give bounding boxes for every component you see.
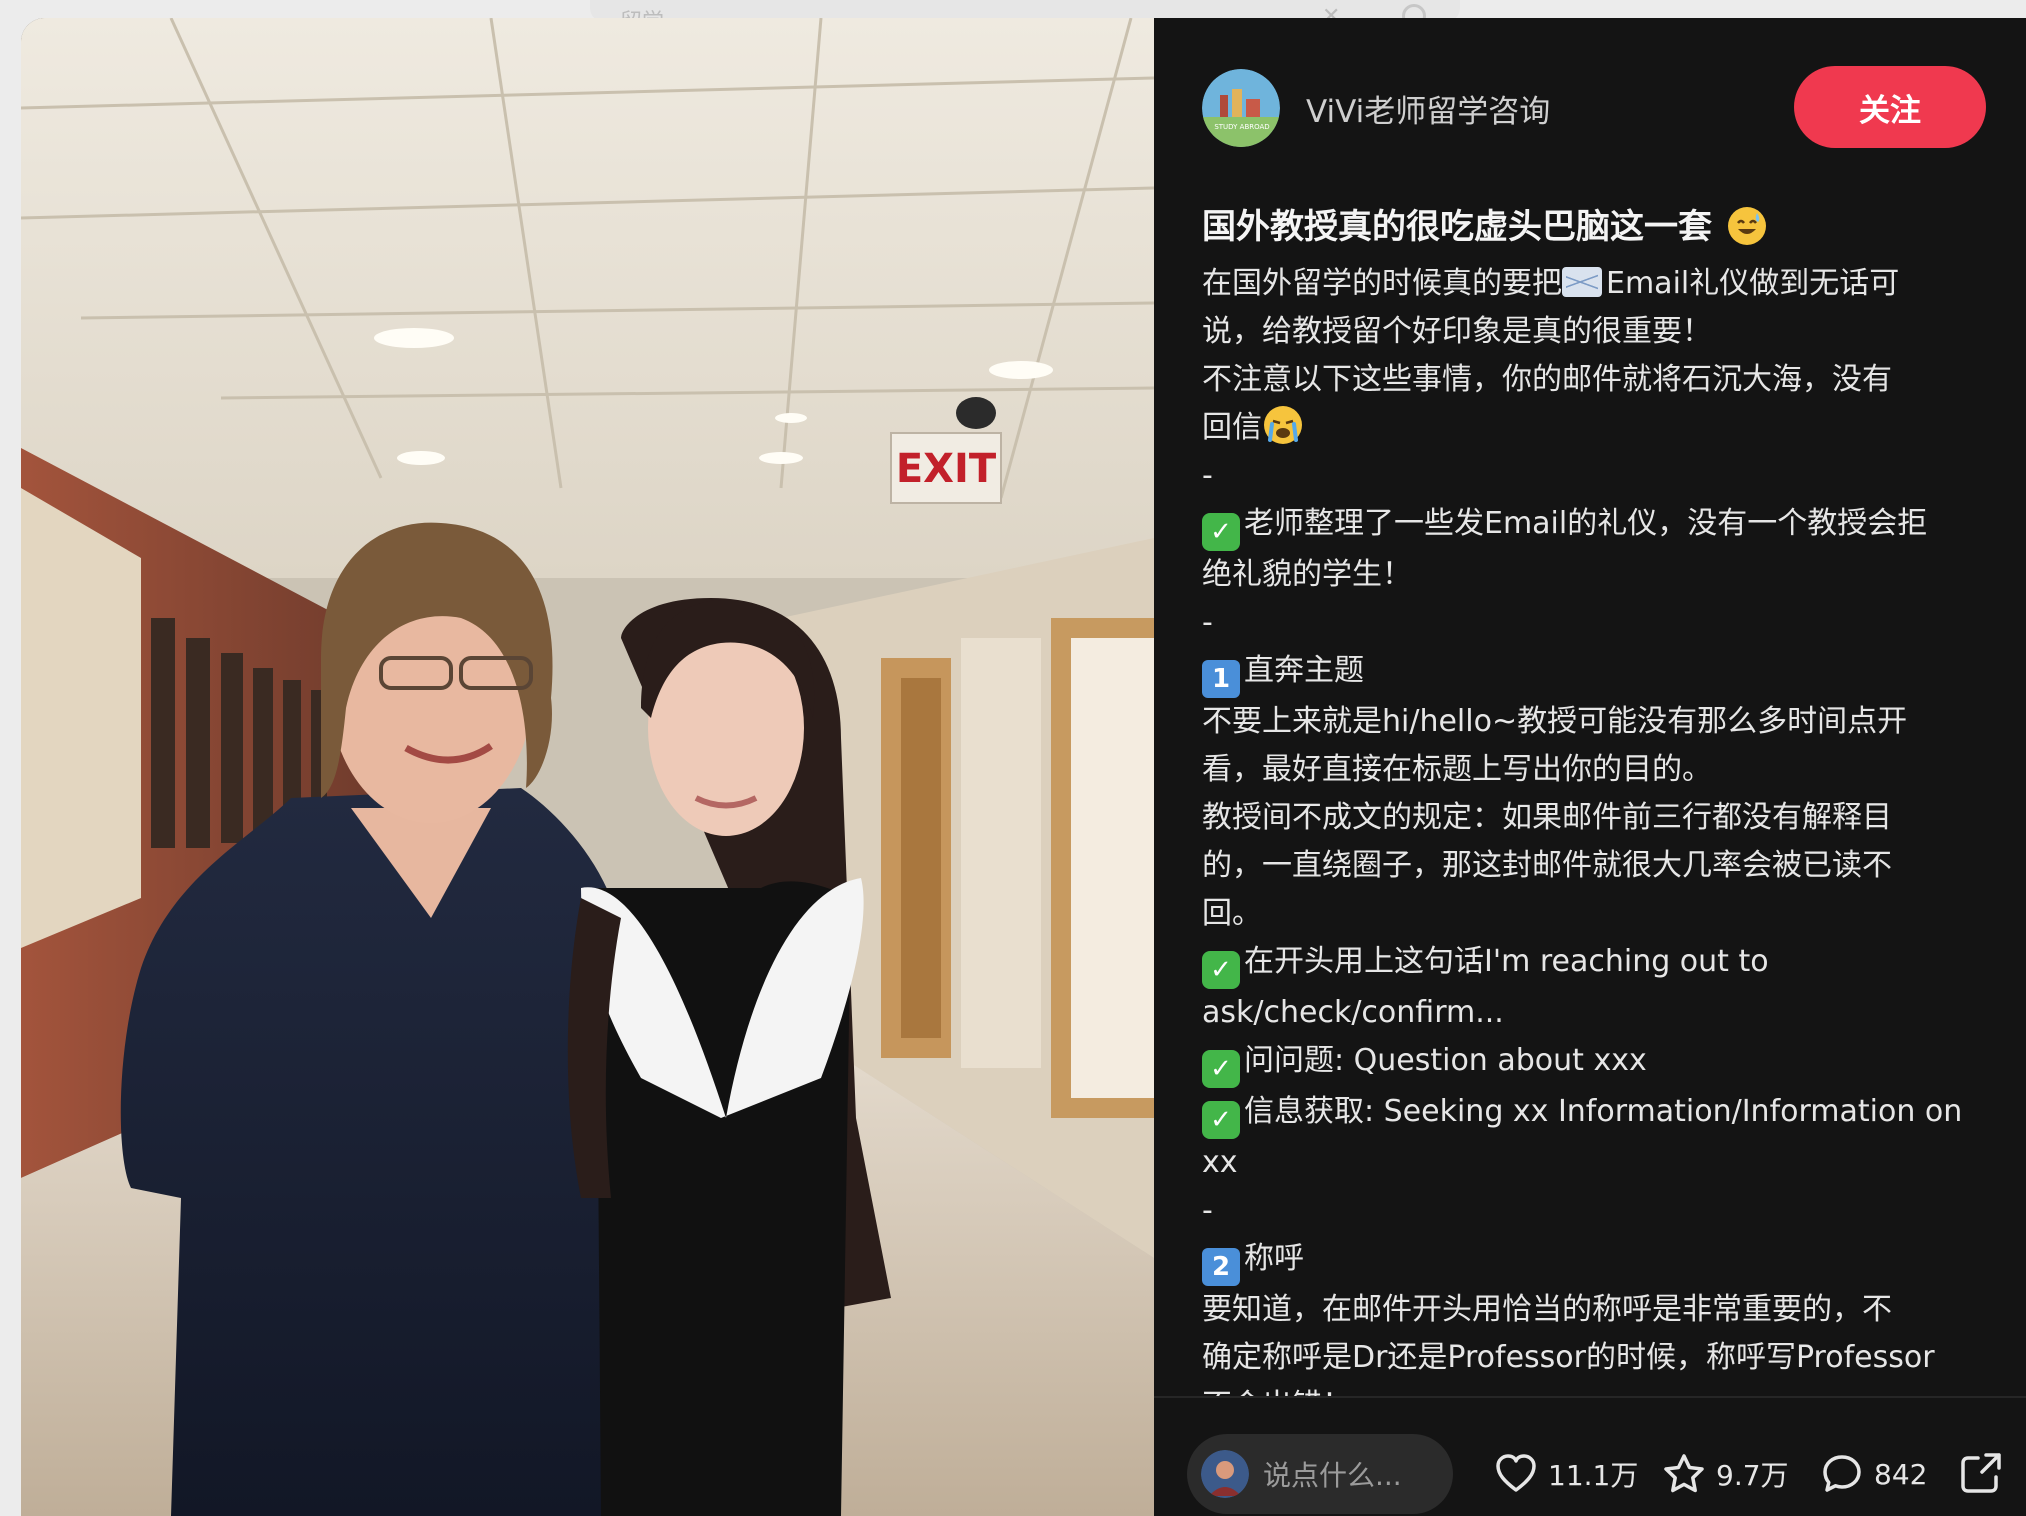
avatar-logo-text: STUDY ABROAD <box>1214 123 1269 131</box>
post-line-text: 的，一直绕圈子，那这封邮件就很大几率会被已读不 <box>1202 848 1892 883</box>
post-line: 绝礼貌的学生！ <box>1202 551 1992 599</box>
post-line: 1 直奔主题 <box>1202 647 1992 698</box>
post-content[interactable]: 国外教授真的很吃虚头巴脑这一套 在国外留学的时候真的要把 Email礼仪做到无话可… <box>1202 200 1992 1396</box>
post-line: 的，一直绕圈子，那这封邮件就很大几率会被已读不 <box>1202 842 1992 890</box>
post-title: 国外教授真的很吃虚头巴脑这一套 <box>1202 200 1992 254</box>
crying-face-emoji-icon <box>1264 406 1302 444</box>
post-line: 教授间不成文的规定：如果邮件前三行都没有解释目 <box>1202 794 1992 842</box>
heart-icon <box>1496 1454 1536 1492</box>
photo-illustration: EXIT <box>21 18 1154 1516</box>
post-line-text: 问问题: Question about xxx <box>1244 1043 1647 1078</box>
post-line: 回信 <box>1202 404 1992 452</box>
post-line-text: 说，给教授留个好印象是真的很重要！ <box>1202 314 1712 349</box>
post-line-text: 不注意以下这些事情，你的邮件就将石沉大海，没有 <box>1202 362 1892 397</box>
comment-placeholder: 说点什么... <box>1263 1459 1402 1492</box>
email-emoji-icon <box>1562 267 1602 297</box>
post-line-text: 确定称呼是Dr还是Professor的时候，称呼写Professor <box>1202 1340 1935 1375</box>
post-line: - <box>1202 452 1992 500</box>
post-line: 不注意以下这些事情，你的邮件就将石沉大海，没有 <box>1202 356 1992 404</box>
post-line-text: 看，最好直接在标题上写出你的目的。 <box>1202 752 1712 787</box>
share-icon[interactable] <box>1958 1450 2004 1496</box>
comment-button[interactable]: 842 <box>1820 1450 1927 1498</box>
post-line-text: 在开头用上这句话I'm reaching out to <box>1244 944 1769 979</box>
post-line: ✓ 信息获取: Seeking xx Information/Informatio… <box>1202 1088 1992 1139</box>
post-line-text: 老师整理了一些发Email的礼仪，没有一个教授会拒 <box>1244 506 1928 541</box>
post-line-text: ask/check/confirm... <box>1202 995 1504 1030</box>
post-line: - <box>1202 1187 1992 1235</box>
post-line: 看，最好直接在标题上写出你的目的。 <box>1202 746 1992 794</box>
post-line: 不会出错！ <box>1202 1382 1992 1396</box>
post-line-text: 绝礼貌的学生！ <box>1202 557 1412 592</box>
post-line-text: 在国外留学的时候真的要把 <box>1202 266 1562 301</box>
like-button[interactable]: 11.1万 <box>1494 1450 1638 1498</box>
check-mark-emoji-icon: ✓ <box>1202 1101 1240 1139</box>
check-mark-emoji-icon: ✓ <box>1202 951 1240 989</box>
post-line-text: 回。 <box>1202 896 1262 931</box>
comment-input[interactable]: 说点什么... <box>1187 1434 1453 1514</box>
check-mark-emoji-icon: ✓ <box>1202 1050 1240 1088</box>
post-title-text: 国外教授真的很吃虚头巴脑这一套 <box>1202 207 1712 247</box>
post-line-text: xx <box>1202 1145 1238 1180</box>
favorite-count: 9.7万 <box>1716 1459 1789 1492</box>
engagement-bar: 说点什么... 11.1万 9.7万 842 <box>1154 1398 2026 1516</box>
post-line: xx <box>1202 1139 1992 1187</box>
user-avatar <box>1201 1450 1249 1498</box>
post-line-text: 回信 <box>1202 410 1262 445</box>
post-line-text: Email礼仪做到无话可 <box>1606 266 1900 301</box>
note-detail-modal: EXIT STUDY ABROAD ViVi老师留学咨询 关注 国外教授真的很吃… <box>21 18 2026 1516</box>
post-line-text: 要知道，在邮件开头用恰当的称呼是非常重要的，不 <box>1202 1292 1892 1327</box>
note-panel: STUDY ABROAD ViVi老师留学咨询 关注 国外教授真的很吃虚头巴脑这… <box>1154 18 2026 1516</box>
post-line-text: 教授间不成文的规定：如果邮件前三行都没有解释目 <box>1202 800 1892 835</box>
post-line-text: - <box>1202 605 1213 640</box>
post-line-text: 信息获取: Seeking xx Information/Information… <box>1244 1094 1963 1129</box>
author-avatar[interactable]: STUDY ABROAD <box>1202 69 1280 147</box>
author-row: STUDY ABROAD ViVi老师留学咨询 <box>1202 68 1550 148</box>
favorite-button[interactable]: 9.7万 <box>1662 1450 1789 1498</box>
check-mark-emoji-icon: ✓ <box>1202 513 1240 551</box>
post-line-text: 称呼 <box>1244 1241 1304 1276</box>
post-line: 要知道，在邮件开头用恰当的称呼是非常重要的，不 <box>1202 1286 1992 1334</box>
like-count: 11.1万 <box>1548 1459 1639 1492</box>
comment-count: 842 <box>1874 1457 1928 1491</box>
comment-bubble-icon <box>1823 1455 1861 1492</box>
post-line-text: 直奔主题 <box>1244 653 1364 688</box>
post-line-text: - <box>1202 1193 1213 1228</box>
post-line: ✓ 在开头用上这句话I'm reaching out to <box>1202 938 1992 989</box>
post-line-text: 不会出错！ <box>1202 1388 1352 1396</box>
post-line-text: 不要上来就是hi/hello~教授可能没有那么多时间点开 <box>1202 704 1908 739</box>
post-line: 回。 <box>1202 890 1992 938</box>
post-line: 说，给教授留个好印象是真的很重要！ <box>1202 308 1992 356</box>
post-line: ask/check/confirm... <box>1202 989 1992 1037</box>
follow-button[interactable]: 关注 <box>1794 66 1986 148</box>
exit-sign-text: EXIT <box>896 446 997 492</box>
post-body: 在国外留学的时候真的要把 Email礼仪做到无话可说，给教授留个好印象是真的很重要… <box>1202 260 1992 1396</box>
post-line: 在国外留学的时候真的要把 Email礼仪做到无话可 <box>1202 260 1992 308</box>
post-line: 2 称呼 <box>1202 1235 1992 1286</box>
sweat-smile-emoji-icon <box>1727 207 1766 245</box>
post-line: ✓ 问问题: Question about xxx <box>1202 1037 1992 1088</box>
post-image[interactable]: EXIT <box>21 18 1154 1516</box>
post-line: - <box>1202 599 1992 647</box>
post-line: 不要上来就是hi/hello~教授可能没有那么多时间点开 <box>1202 698 1992 746</box>
post-line-text: - <box>1202 458 1213 493</box>
keycap-number-emoji-icon: 2 <box>1202 1248 1240 1286</box>
star-icon <box>1664 1454 1704 1493</box>
keycap-number-emoji-icon: 1 <box>1202 660 1240 698</box>
post-line: ✓ 老师整理了一些发Email的礼仪，没有一个教授会拒 <box>1202 500 1992 551</box>
post-line: 确定称呼是Dr还是Professor的时候，称呼写Professor <box>1202 1334 1992 1382</box>
author-name[interactable]: ViVi老师留学咨询 <box>1306 86 1550 131</box>
